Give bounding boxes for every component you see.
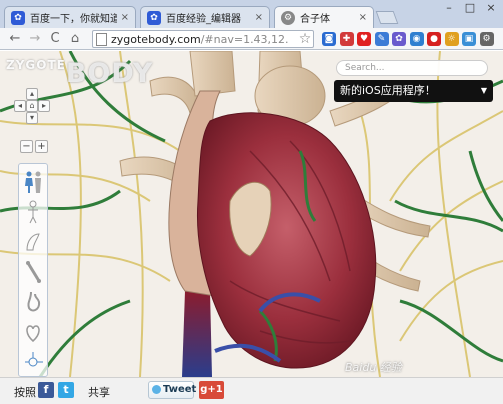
settings-icon[interactable]: ⚙ [479,32,494,46]
tab-close-icon[interactable]: × [121,12,129,23]
ios-app-banner[interactable]: 新的iOS应用程序！ ▼ [334,80,493,102]
tab-zygote[interactable]: ⚙ 合子体 × [274,6,374,28]
bookmark-star-icon[interactable]: ☆ [296,30,314,48]
search-input[interactable]: Search... [336,60,488,76]
reload-icon[interactable]: C [46,30,64,48]
tab-close-icon[interactable]: × [255,12,263,23]
maximize-icon[interactable]: □ [459,0,481,18]
settings-favicon-icon: ⚙ [281,10,295,25]
home-icon[interactable]: ⌂ [66,30,84,48]
baidu-paw-icon: ✿ [11,10,25,25]
muscle-icon[interactable] [23,230,44,254]
twitter-icon[interactable]: t [58,382,74,398]
forward-icon[interactable]: → [26,30,44,48]
twitter-bird-icon [152,385,161,394]
neuron-icon[interactable] [23,350,44,374]
new-tab-button[interactable] [375,11,399,24]
tab-title: 百度一下，你就知道 [30,14,117,25]
heart-icon[interactable]: ♥ [357,32,371,46]
camera-icon[interactable]: ◉ [409,32,424,46]
page-icon [96,32,107,46]
follow-label: 按照 [14,386,36,399]
bone-icon[interactable] [23,260,44,284]
tab-baidu-home[interactable]: ✿ 百度一下，你就知道 × [4,6,136,28]
facebook-icon[interactable]: f [38,382,54,398]
tweet-button[interactable]: Tweet [148,381,196,399]
pan-right-icon[interactable]: ▸ [38,100,50,112]
baidu-paw-icon: ✿ [147,10,161,25]
pan-up-icon[interactable]: ▴ [26,88,38,100]
tab-close-icon[interactable]: × [359,12,367,23]
share-bar: 按照 f t 共享 Tweet g+1 [0,377,503,404]
banner-text: 新的iOS应用程序！ [340,84,436,97]
url-text: zygotebody.com/#nav=1.43,12. [111,32,289,46]
heart-layer-icon[interactable] [23,320,44,344]
save-icon[interactable]: ▣ [462,32,476,46]
stop-icon[interactable]: ● [427,32,441,46]
minimize-icon[interactable]: – [438,0,460,18]
tab-baidu-editor[interactable]: ✿ 百度经验_编辑器 × [140,6,270,28]
reset-view-icon[interactable]: ⌂ [26,100,38,112]
layer-panel [18,163,48,377]
share-label: 共享 [88,386,110,399]
heart[interactable] [197,112,377,369]
vena-cava [182,291,212,377]
google-plus-button[interactable]: g+1 [199,381,224,399]
zygote-body-viewer[interactable]: ZYGOTEBODY Search... 新的iOS应用程序！ ▼ ▴ ◂ ⌂ … [0,51,503,377]
back-icon[interactable]: ← [6,30,24,48]
tab-title: 合子体 [300,14,330,25]
zoom-out-button[interactable]: − [20,140,33,153]
extension-icon[interactable]: ✚ [339,32,354,46]
female-figure-icon[interactable] [23,170,44,194]
pinwheel-icon[interactable]: ✿ [392,32,406,46]
baidu-watermark: Baidu 经验 [345,361,402,374]
chat-icon[interactable]: ✎ [374,32,389,46]
address-bar[interactable]: zygotebody.com/#nav=1.43,12. [92,30,314,48]
weather-icon[interactable]: ☼ [444,32,459,46]
title-bar: ✿ 百度一下，你就知道 × ✿ 百度经验_编辑器 × ⚙ 合子体 × – □ × [0,0,503,28]
close-icon[interactable]: × [480,0,502,18]
tab-title: 百度经验_编辑器 [166,14,241,25]
zoom-in-button[interactable]: + [35,140,48,153]
dropdown-arrow-icon[interactable]: ▼ [481,80,487,102]
skeleton-icon[interactable] [23,200,44,224]
browser-toolbar: ← → C ⌂ zygotebody.com/#nav=1.43,12. ☆ ◙… [0,28,503,50]
pan-left-icon[interactable]: ◂ [14,100,26,112]
zygote-body-logo[interactable]: ZYGOTEBODY [6,58,153,89]
stomach-icon[interactable] [23,290,44,314]
pan-down-icon[interactable]: ▾ [26,112,38,124]
feed-icon[interactable]: ◙ [322,32,336,46]
